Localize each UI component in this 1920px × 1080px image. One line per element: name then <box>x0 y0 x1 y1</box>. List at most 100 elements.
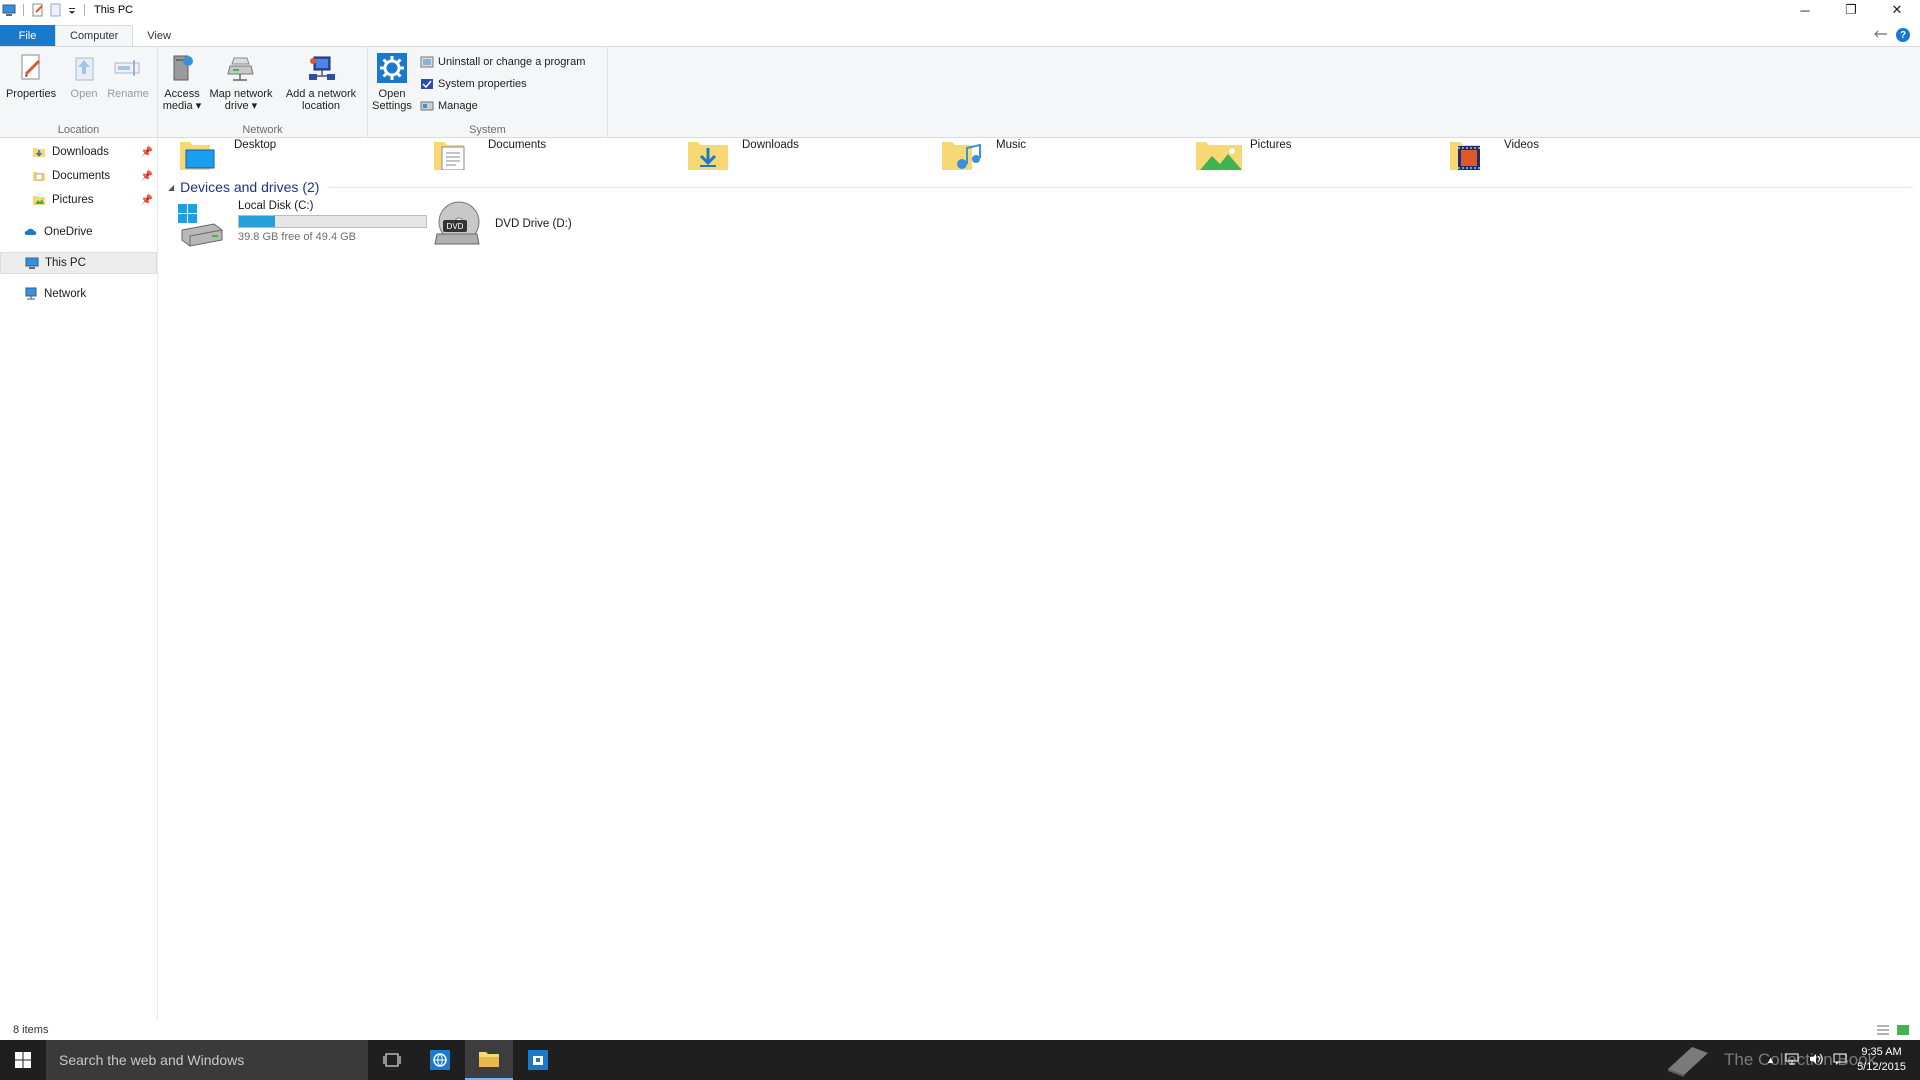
tab-file[interactable]: File <box>0 25 55 46</box>
start-button[interactable] <box>0 1040 46 1080</box>
status-bar: 8 items <box>0 1020 1920 1040</box>
system-properties-button[interactable]: System properties <box>420 75 527 93</box>
tab-view[interactable]: View <box>133 25 185 46</box>
windows-drive-icon <box>178 204 223 247</box>
downloads-folder-icon <box>688 142 728 170</box>
open-settings-label-1: Open <box>378 88 406 100</box>
title-bar: This PC ─ ❐ ✕ <box>0 0 1920 20</box>
open-settings-label-2: Settings <box>372 100 412 112</box>
pictures-folder-icon <box>1196 142 1242 170</box>
nav-item-downloads[interactable]: Downloads 📌 <box>0 141 157 163</box>
view-switcher <box>1876 1023 1910 1037</box>
task-view-button[interactable] <box>368 1040 416 1080</box>
content-area: Desktop Documents Downloads Music Pictur… <box>160 138 1920 1020</box>
open-settings-button[interactable]: Open Settings <box>372 52 412 112</box>
folder-item[interactable]: Pictures <box>1196 138 1292 170</box>
navigation-pane: Downloads 📌 Documents 📌 Pictures 📌 OneDr… <box>0 138 158 1020</box>
network-icon <box>25 287 37 300</box>
rename-icon <box>114 60 140 76</box>
close-button[interactable]: ✕ <box>1874 0 1920 20</box>
properties-button[interactable]: Properties <box>6 52 56 100</box>
taskbar-search-box[interactable]: Search the web and Windows <box>46 1040 368 1080</box>
folder-item[interactable]: Documents <box>434 138 546 170</box>
pin-icon[interactable]: 📌 <box>141 171 153 182</box>
item-count: 8 items <box>13 1024 49 1036</box>
taskbar-store[interactable] <box>514 1040 562 1080</box>
ribbon-group-network: Access media ▾ Map network drive ▾ Add a… <box>158 47 368 138</box>
nav-item-this-pc[interactable]: This PC <box>0 252 157 274</box>
folder-label: Music <box>996 139 1027 151</box>
properties-quick-icon[interactable] <box>31 3 45 17</box>
taskbar-browser[interactable] <box>416 1040 464 1080</box>
customize-qa-chevron-icon[interactable] <box>67 3 77 17</box>
music-folder-icon <box>942 142 981 170</box>
task-view-icon <box>383 1053 401 1067</box>
network-status-icon[interactable] <box>1785 1053 1799 1068</box>
network-location-icon <box>309 56 335 80</box>
browser-icon <box>430 1050 450 1070</box>
drive-usage-fill <box>239 216 276 227</box>
folder-item[interactable]: Desktop <box>180 138 276 170</box>
drive-name: Local Disk (C:) <box>238 200 314 212</box>
pictures-folder-icon <box>33 196 45 205</box>
properties-icon <box>21 54 41 80</box>
nav-pictures-label: Pictures <box>52 194 94 206</box>
add-network-location-button[interactable]: Add a network location <box>280 52 362 112</box>
folder-label: Videos <box>1504 139 1539 151</box>
system-properties-label: System properties <box>438 78 527 90</box>
new-folder-quick-icon[interactable] <box>49 3 63 17</box>
tab-computer[interactable]: Computer <box>55 25 134 46</box>
pin-icon[interactable]: 📌 <box>141 195 153 206</box>
media-server-icon <box>173 55 193 81</box>
large-icons-view-icon[interactable] <box>1896 1023 1910 1037</box>
location-group-label: Location <box>57 124 100 136</box>
minimize-ribbon-icon[interactable] <box>1874 29 1888 42</box>
ribbon-tabs: File Computer View ? <box>0 25 1920 46</box>
collapse-triangle-icon[interactable]: ◢ <box>168 183 174 192</box>
nav-onedrive-label: OneDrive <box>44 226 93 238</box>
restore-button[interactable]: ❐ <box>1828 0 1874 20</box>
volume-icon[interactable] <box>1809 1053 1823 1068</box>
help-icon[interactable]: ? <box>1896 28 1910 42</box>
folder-label: Downloads <box>742 139 799 151</box>
section-divider <box>327 186 1913 188</box>
manage-button[interactable]: Manage <box>420 97 478 115</box>
drive-dvd-d[interactable]: DVD DVD Drive (D:) <box>433 200 572 248</box>
nav-item-documents[interactable]: Documents 📌 <box>0 165 157 187</box>
file-explorer-icon <box>479 1052 499 1067</box>
ribbon: Properties Open Rename Location Access m… <box>0 46 1920 138</box>
map-network-drive-button[interactable]: Map network drive ▾ <box>206 52 276 112</box>
nav-item-network[interactable]: Network <box>0 283 157 305</box>
network-drive-icon <box>227 57 254 81</box>
open-button[interactable]: Open <box>64 52 104 100</box>
devices-section-header[interactable]: ◢ Devices and drives (2) <box>168 177 1913 197</box>
rename-button[interactable]: Rename <box>104 52 152 100</box>
folder-item[interactable]: Downloads <box>688 138 799 170</box>
folder-item[interactable]: Videos <box>1450 138 1539 170</box>
drive-local-disk-c[interactable]: Local Disk (C:) 39.8 GB free of 49.4 GB <box>176 200 427 248</box>
nav-documents-label: Documents <box>52 170 111 182</box>
folder-label: Desktop <box>234 139 277 151</box>
pin-icon[interactable]: 📌 <box>141 147 153 158</box>
store-icon <box>528 1050 548 1070</box>
taskbar-clock[interactable]: 9:35 AM 5/12/2015 <box>1857 1045 1906 1075</box>
show-hidden-icons-chevron-icon[interactable]: ▲ <box>1766 1055 1775 1065</box>
ribbon-group-system: Open Settings Uninstall or change a prog… <box>368 47 608 138</box>
clock-date: 5/12/2015 <box>1857 1061 1906 1073</box>
uninstall-program-button[interactable]: Uninstall or change a program <box>420 53 585 71</box>
ribbon-group-location: Properties Open Rename Location <box>0 47 158 138</box>
minimize-button[interactable]: ─ <box>1782 0 1828 20</box>
nav-item-onedrive[interactable]: OneDrive <box>0 221 157 243</box>
taskbar-file-explorer[interactable] <box>465 1040 513 1080</box>
downloads-folder-icon <box>33 148 45 157</box>
open-icon <box>75 57 94 81</box>
access-media-button[interactable]: Access media ▾ <box>162 52 202 112</box>
this-pc-app-icon[interactable] <box>2 3 16 17</box>
book-logo-icon <box>1668 1047 1708 1077</box>
nav-item-pictures[interactable]: Pictures 📌 <box>0 189 157 211</box>
folder-item[interactable]: Music <box>942 138 1026 170</box>
onedrive-cloud-icon <box>24 228 37 235</box>
ribbon-right-controls: ? <box>1874 28 1910 42</box>
details-view-icon[interactable] <box>1876 1023 1890 1037</box>
action-center-icon[interactable] <box>1833 1053 1847 1068</box>
